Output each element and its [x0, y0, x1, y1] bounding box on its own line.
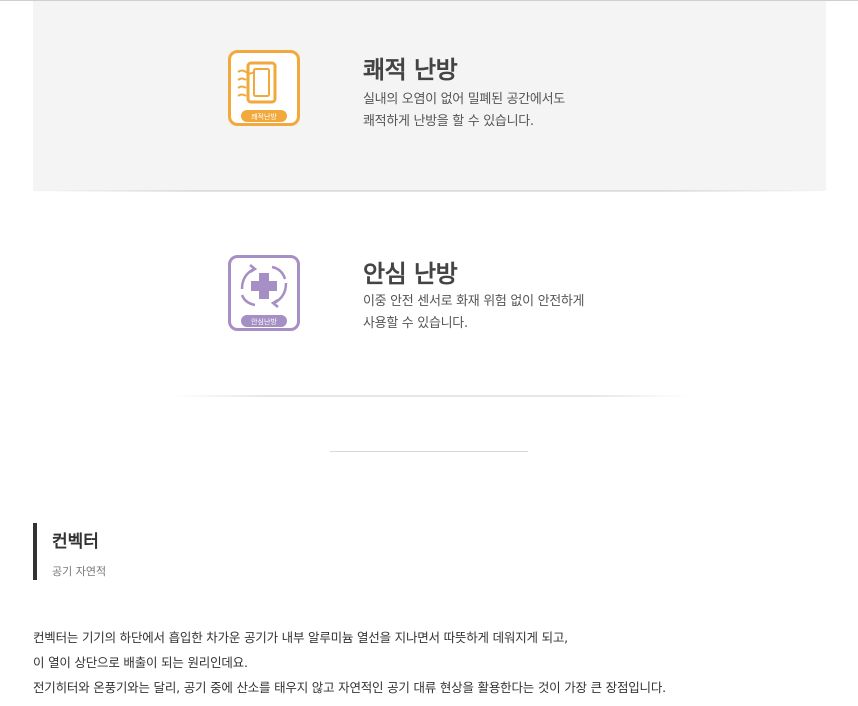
- section-heading: 컨벡터 공기 자연적: [33, 523, 106, 580]
- feature-comfort-heating: 쾌적난방 쾌적 난방 실내의 오염이 없어 밀폐된 공간에서도 쾌적하게 난방을…: [33, 1, 826, 191]
- body-line: 컨벡터는 기기의 하단에서 흡입한 차가운 공기가 내부 알루미늄 열선을 지나…: [33, 630, 568, 645]
- section-shadow: [170, 395, 690, 397]
- feature-title: 안심 난방: [363, 260, 458, 288]
- body-line: 전기히터와 온풍기와는 달리, 공기 중에 산소를 태우지 않고 자연적인 공기…: [33, 680, 666, 695]
- feature-description: 이중 안전 센서로 화재 위험 없이 안전하게 사용할 수 있습니다.: [363, 291, 585, 335]
- safety-cross-arrows-icon: 안심난방: [228, 255, 300, 331]
- divider: [330, 451, 528, 452]
- body-paragraph: 컨벡터는 기기의 하단에서 흡입한 차가운 공기가 내부 알루미늄 열선을 지나…: [33, 625, 823, 700]
- icon-badge-label: 안심난방: [251, 317, 277, 326]
- feature-description: 실내의 오염이 없어 밀폐된 공간에서도 쾌적하게 난방을 할 수 있습니다.: [363, 89, 565, 133]
- warm-air-heater-icon: 쾌적난방: [228, 50, 300, 126]
- feature-description-line: 쾌적하게 난방을 할 수 있습니다.: [363, 114, 534, 129]
- feature-safe-heating: 안심난방 안심 난방 이중 안전 센서로 화재 위험 없이 안전하게 사용할 수…: [33, 192, 826, 396]
- section-subtitle: 공기 자연적: [52, 565, 107, 578]
- body-line: 이 열이 상단으로 배출이 되는 원리인데요.: [33, 655, 248, 670]
- feature-description-line: 실내의 오염이 없어 밀폐된 공간에서도: [363, 92, 565, 107]
- icon-badge-label: 쾌적난방: [251, 112, 277, 121]
- section-title: 컨벡터: [52, 532, 99, 552]
- feature-description-line: 이중 안전 센서로 화재 위험 없이 안전하게: [363, 294, 585, 309]
- feature-title: 쾌적 난방: [363, 56, 458, 84]
- feature-description-line: 사용할 수 있습니다.: [363, 316, 468, 331]
